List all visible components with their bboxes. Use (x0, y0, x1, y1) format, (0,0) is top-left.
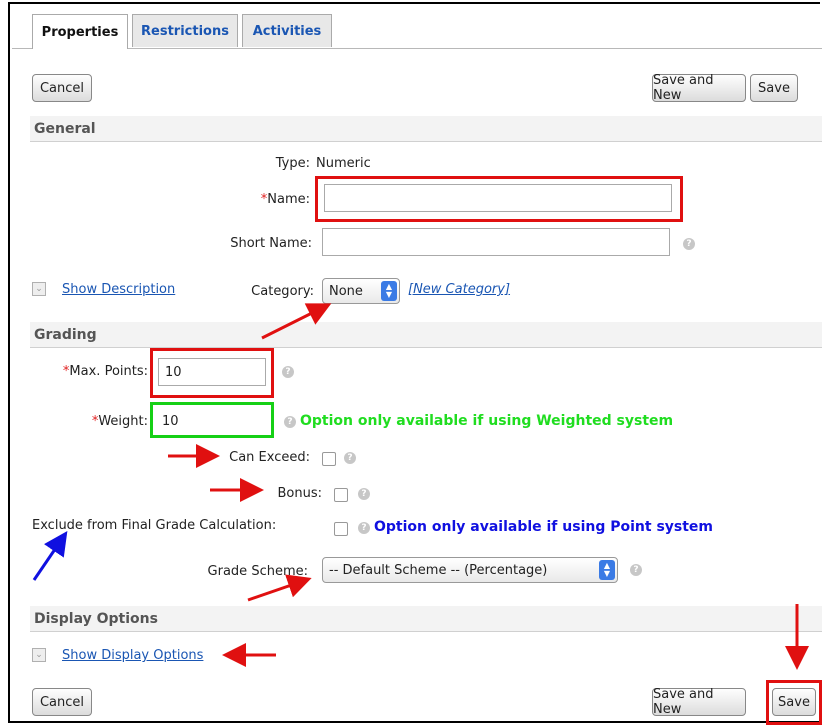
arrow-to-exclude (32, 531, 68, 581)
annotation-arrows (32, 303, 809, 670)
arrow-to-category (261, 303, 332, 340)
arrow-to-grade-scheme (247, 574, 312, 602)
